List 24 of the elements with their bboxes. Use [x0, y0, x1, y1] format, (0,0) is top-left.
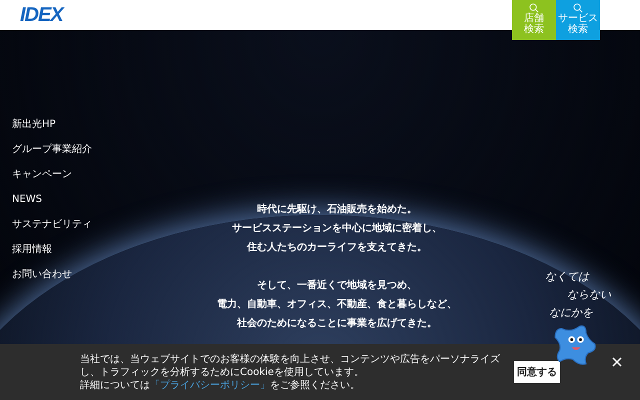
hero-text-line: そして、一番近くで地域を見つめ、	[257, 278, 417, 293]
hero-text-line: 電力、自動車、オフィス、不動産、食と暮らしなど、	[217, 297, 457, 312]
logo[interactable]: IDEX	[20, 0, 63, 30]
nav-link[interactable]: お問い合わせ	[12, 267, 72, 283]
nav-link[interactable]: NEWS	[12, 192, 42, 208]
nav-link[interactable]: サステナビリティ	[12, 217, 92, 233]
cookie-detail-text: 詳細については「プライバシーポリシー」をご参照ください。	[80, 378, 361, 392]
handwritten-slogan: ならない	[567, 287, 611, 303]
nav-link[interactable]: キャンペーン	[12, 167, 72, 183]
hero-text-line: 社会のためになることに事業を広げてきた。	[237, 316, 437, 331]
hero-text-line: サービスステーションを中心に地域に密着し、	[232, 221, 442, 236]
hero-text-line: 時代に先駆け、石油販売を始めた。	[257, 202, 417, 217]
close-icon[interactable]	[612, 357, 622, 367]
nav-link[interactable]: 新出光HP	[12, 117, 56, 133]
privacy-policy-link[interactable]: 「プライバシーポリシー」	[150, 380, 270, 390]
handwritten-slogan: なにかを	[549, 305, 594, 321]
nav-link[interactable]: グループ事業紹介	[12, 142, 92, 158]
handwritten-slogan: なくては	[545, 269, 590, 285]
cookie-notice-text: 当社では、当ウェブサイトでのお客様の体験を向上させ、コンテンツや広告をパーソナライズし、トラフィックを分析するためにCookieを使用しています。	[80, 352, 500, 378]
nav-link[interactable]: 採用情報	[12, 242, 52, 258]
hero-text-line: 住む人たちのカーライフを支えてきた。	[247, 240, 427, 255]
search-icon	[573, 3, 583, 13]
accept-button[interactable]: 同意する	[514, 361, 560, 383]
search-icon	[529, 3, 539, 13]
